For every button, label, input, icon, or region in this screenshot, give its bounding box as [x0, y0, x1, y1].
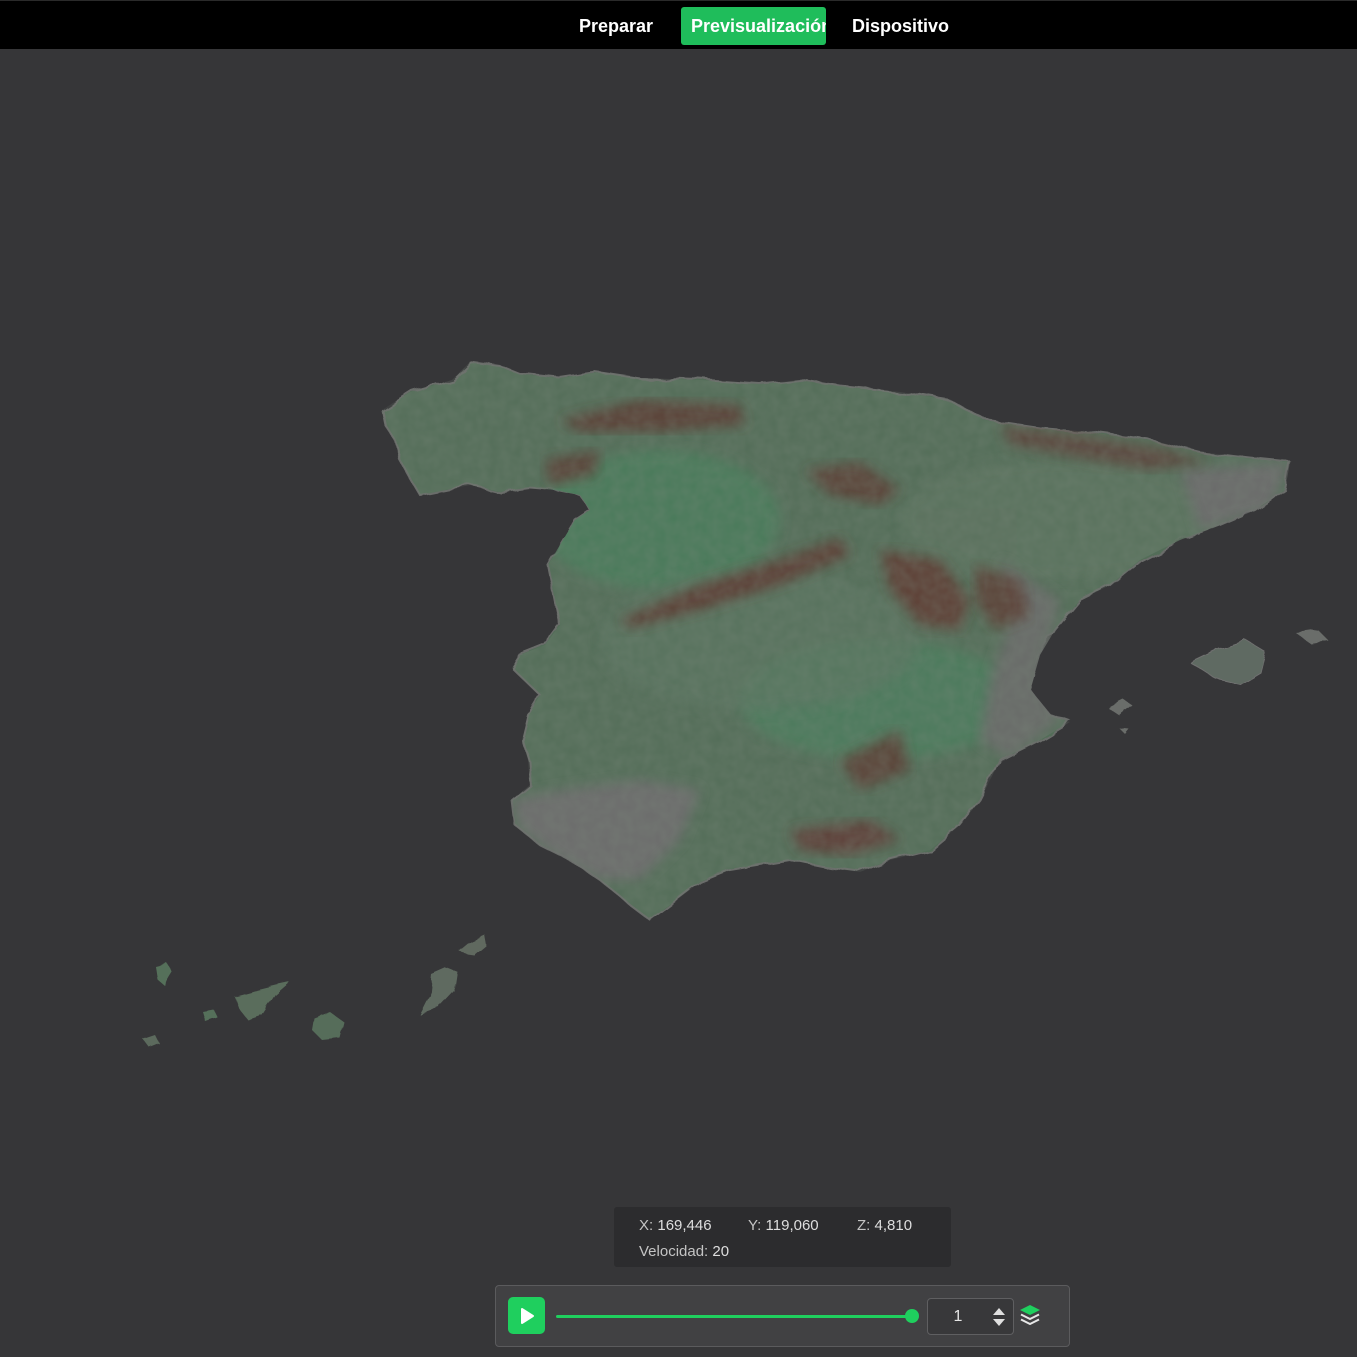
playback-bar: 1	[495, 1285, 1070, 1347]
layer-stepper-value[interactable]: 1	[928, 1299, 988, 1334]
canary-islands	[144, 934, 486, 1048]
terrain-viewport[interactable]	[0, 49, 1357, 1357]
coordinate-readout: X: 169,446 Y: 119,060 Z: 4,810 Velocidad…	[614, 1207, 951, 1267]
stepper-arrows-icon[interactable]	[991, 1305, 1007, 1329]
play-button[interactable]	[508, 1297, 545, 1334]
top-bar: Preparar Previsualización Dispositivo	[0, 0, 1357, 49]
tab-dispositivo[interactable]: Dispositivo	[842, 7, 959, 45]
x-coordinate: X: 169,446	[639, 1217, 712, 1234]
play-icon	[520, 1307, 534, 1324]
progress-slider-track[interactable]	[556, 1315, 912, 1318]
peninsula-terrain	[380, 360, 1292, 922]
z-coordinate: Z: 4,810	[857, 1217, 913, 1234]
terrain-model	[144, 360, 1330, 1048]
tab-previsualizacion[interactable]: Previsualización	[681, 7, 826, 45]
layer-stepper[interactable]: 1	[927, 1298, 1014, 1335]
tab-preparar[interactable]: Preparar	[562, 7, 670, 45]
balearic-islands	[1108, 630, 1330, 733]
progress-slider-handle[interactable]	[905, 1309, 919, 1323]
speed-readout: Velocidad: 20	[639, 1243, 730, 1260]
tab-bar: Preparar Previsualización Dispositivo	[562, 7, 959, 45]
y-coordinate: Y: 119,060	[748, 1217, 819, 1234]
layers-icon[interactable]	[1018, 1303, 1042, 1329]
